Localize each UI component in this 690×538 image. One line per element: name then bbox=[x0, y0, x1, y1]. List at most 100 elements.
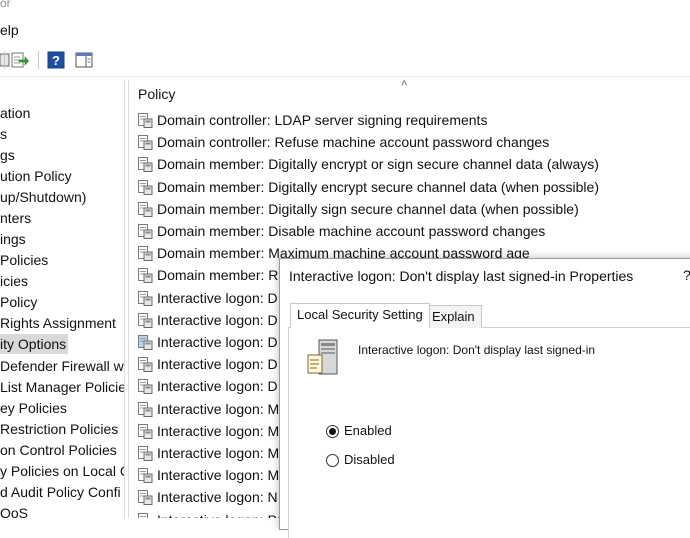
policy-row[interactable]: Domain member: Digitally encrypt secure … bbox=[138, 177, 599, 198]
tree-item[interactable]: s bbox=[0, 124, 7, 144]
export-list-icon bbox=[11, 52, 29, 68]
security-policy-icon bbox=[138, 401, 153, 417]
security-policy-icon bbox=[138, 357, 153, 373]
policy-row-label: Domain controller: Refuse machine accoun… bbox=[157, 134, 550, 151]
policy-row-label: Interactive logon: M bbox=[157, 422, 280, 439]
policy-row[interactable]: Interactive logon: D bbox=[138, 288, 278, 309]
policy-row-label: Interactive logon: Pr bbox=[157, 512, 282, 518]
sort-ascending-icon: ˄ bbox=[401, 80, 408, 90]
policy-row[interactable]: Domain member: R bbox=[138, 265, 278, 286]
dialog-help-button[interactable]: ? bbox=[683, 267, 690, 283]
security-policy-icon bbox=[138, 379, 153, 395]
tree-item[interactable]: nters bbox=[0, 208, 31, 228]
tree-item[interactable]: Restriction Policies bbox=[0, 419, 118, 439]
policy-row[interactable]: Domain member: Digitally sign secure cha… bbox=[138, 199, 579, 220]
console-tree: ation s gs ution Policy up/Shutdown) nte… bbox=[0, 80, 125, 518]
radio-disabled-circle[interactable] bbox=[326, 453, 339, 467]
tree-item[interactable]: up/Shutdown) bbox=[0, 187, 86, 207]
policy-row[interactable]: Domain member: Digitally encrypt or sign… bbox=[138, 154, 599, 175]
help-button[interactable]: ? bbox=[46, 50, 66, 70]
policy-row-label: Domain member: Digitally encrypt secure … bbox=[157, 178, 599, 195]
radio-enabled-label: Enabled bbox=[344, 423, 392, 438]
security-policy-icon bbox=[138, 312, 153, 328]
security-policy-icon bbox=[138, 135, 153, 151]
computer-policy-icon bbox=[306, 337, 340, 382]
show-hide-action-pane-icon bbox=[75, 52, 93, 68]
policy-row-label: Domain member: Digitally sign secure cha… bbox=[157, 200, 579, 217]
tab-explain[interactable]: Explain bbox=[425, 305, 482, 328]
tree-item[interactable]: ings bbox=[0, 229, 26, 249]
policy-row[interactable]: Domain controller: Refuse machine accoun… bbox=[138, 132, 549, 153]
menu-help[interactable]: elp bbox=[0, 22, 19, 38]
policy-row[interactable]: Domain member: Disable machine account p… bbox=[138, 221, 545, 242]
policy-row-label: Domain member: R bbox=[157, 267, 279, 284]
tree-item[interactable]: d Audit Policy Confi bbox=[0, 482, 121, 502]
policy-row-label: Domain controller: LDAP server signing r… bbox=[157, 112, 488, 128]
security-policy-icon bbox=[138, 468, 153, 484]
security-policy-icon bbox=[138, 157, 153, 173]
policy-row-label: Interactive logon: D bbox=[157, 356, 278, 373]
properties-dialog: Interactive logon: Don't display last si… bbox=[279, 258, 690, 538]
tree-item[interactable]: on Control Policies bbox=[0, 440, 117, 460]
tree-item-selected[interactable]: ity Options bbox=[0, 334, 69, 354]
security-policy-icon bbox=[138, 113, 153, 128]
policy-row-label: Interactive logon: N bbox=[157, 489, 278, 506]
policy-name: Interactive logon: Don't display last si… bbox=[358, 343, 596, 357]
radio-enabled[interactable]: Enabled bbox=[326, 423, 392, 439]
security-policy-icon bbox=[138, 201, 153, 217]
policy-row[interactable]: Interactive logon: D bbox=[138, 376, 278, 397]
policy-row-label: Interactive logon: M bbox=[157, 467, 280, 484]
policy-row[interactable]: Interactive logon: D bbox=[138, 354, 278, 375]
policy-row[interactable]: Interactive logon: N bbox=[138, 487, 278, 508]
security-policy-icon bbox=[138, 490, 153, 506]
tree-item[interactable]: icies bbox=[0, 271, 28, 291]
policy-row[interactable]: Interactive logon: M bbox=[138, 465, 279, 486]
tab-local-security-setting[interactable]: Local Security Setting bbox=[290, 303, 430, 328]
security-policy-icon bbox=[138, 268, 153, 284]
radio-disabled[interactable]: Disabled bbox=[326, 452, 395, 468]
tree-item[interactable]: y Policies on Local C bbox=[0, 461, 124, 481]
tree-item[interactable]: ation bbox=[0, 103, 30, 123]
policy-row-label: Interactive logon: D bbox=[157, 289, 278, 306]
svg-text:?: ? bbox=[52, 53, 60, 68]
policy-row-label: Interactive logon: D bbox=[157, 378, 278, 395]
tree-item[interactable]: Policies bbox=[0, 250, 48, 270]
dialog-title[interactable]: Interactive logon: Don't display last si… bbox=[289, 268, 633, 284]
security-policy-icon bbox=[138, 423, 153, 439]
export-list-button[interactable] bbox=[10, 50, 30, 70]
policy-row[interactable]: Interactive logon: D bbox=[138, 310, 278, 331]
security-policy-icon bbox=[138, 290, 153, 306]
tree-item[interactable]: Rights Assignment bbox=[0, 313, 116, 333]
tree-item[interactable]: QoS bbox=[0, 503, 28, 518]
security-policy-icon bbox=[138, 512, 148, 518]
policy-row-label: Interactive logon: D bbox=[157, 311, 278, 328]
security-policy-icon bbox=[138, 224, 153, 239]
security-policy-icon bbox=[138, 446, 153, 461]
policy-row-label: Interactive logon: M bbox=[157, 445, 280, 461]
title-bar bbox=[0, 0, 690, 14]
policy-row-label: Interactive logon: D bbox=[157, 334, 278, 350]
policy-row[interactable]: Interactive logon: M bbox=[138, 399, 279, 420]
window-title: or bbox=[0, 0, 11, 10]
tree-item[interactable]: Defender Firewall w bbox=[0, 356, 124, 376]
policy-row-label: Domain member: Disable machine account p… bbox=[157, 223, 546, 239]
column-header-policy[interactable]: Policy bbox=[138, 86, 175, 102]
policy-row-label: Domain member: Digitally encrypt or sign… bbox=[157, 156, 599, 173]
tree-item[interactable]: Policy bbox=[0, 292, 37, 312]
tree-item[interactable]: ey Policies bbox=[0, 398, 67, 418]
policy-row[interactable]: Interactive logon: D bbox=[138, 332, 278, 353]
radio-enabled-circle[interactable] bbox=[326, 424, 339, 438]
help-icon: ? bbox=[47, 51, 65, 69]
show-hide-action-pane-button[interactable] bbox=[74, 50, 94, 70]
menu-bar bbox=[0, 16, 690, 42]
security-policy-icon bbox=[138, 335, 153, 350]
tree-item[interactable]: List Manager Policie bbox=[0, 377, 124, 397]
toolbar: ? bbox=[0, 44, 690, 77]
policy-row[interactable]: Domain controller: LDAP server signing r… bbox=[138, 110, 487, 131]
policy-row[interactable]: Interactive logon: Pr bbox=[138, 510, 282, 518]
policy-row[interactable]: Interactive logon: M bbox=[138, 443, 279, 464]
security-policy-icon bbox=[138, 246, 153, 262]
tree-item[interactable]: ution Policy bbox=[0, 166, 72, 186]
policy-row[interactable]: Interactive logon: M bbox=[138, 421, 279, 442]
tree-item[interactable]: gs bbox=[0, 145, 15, 165]
